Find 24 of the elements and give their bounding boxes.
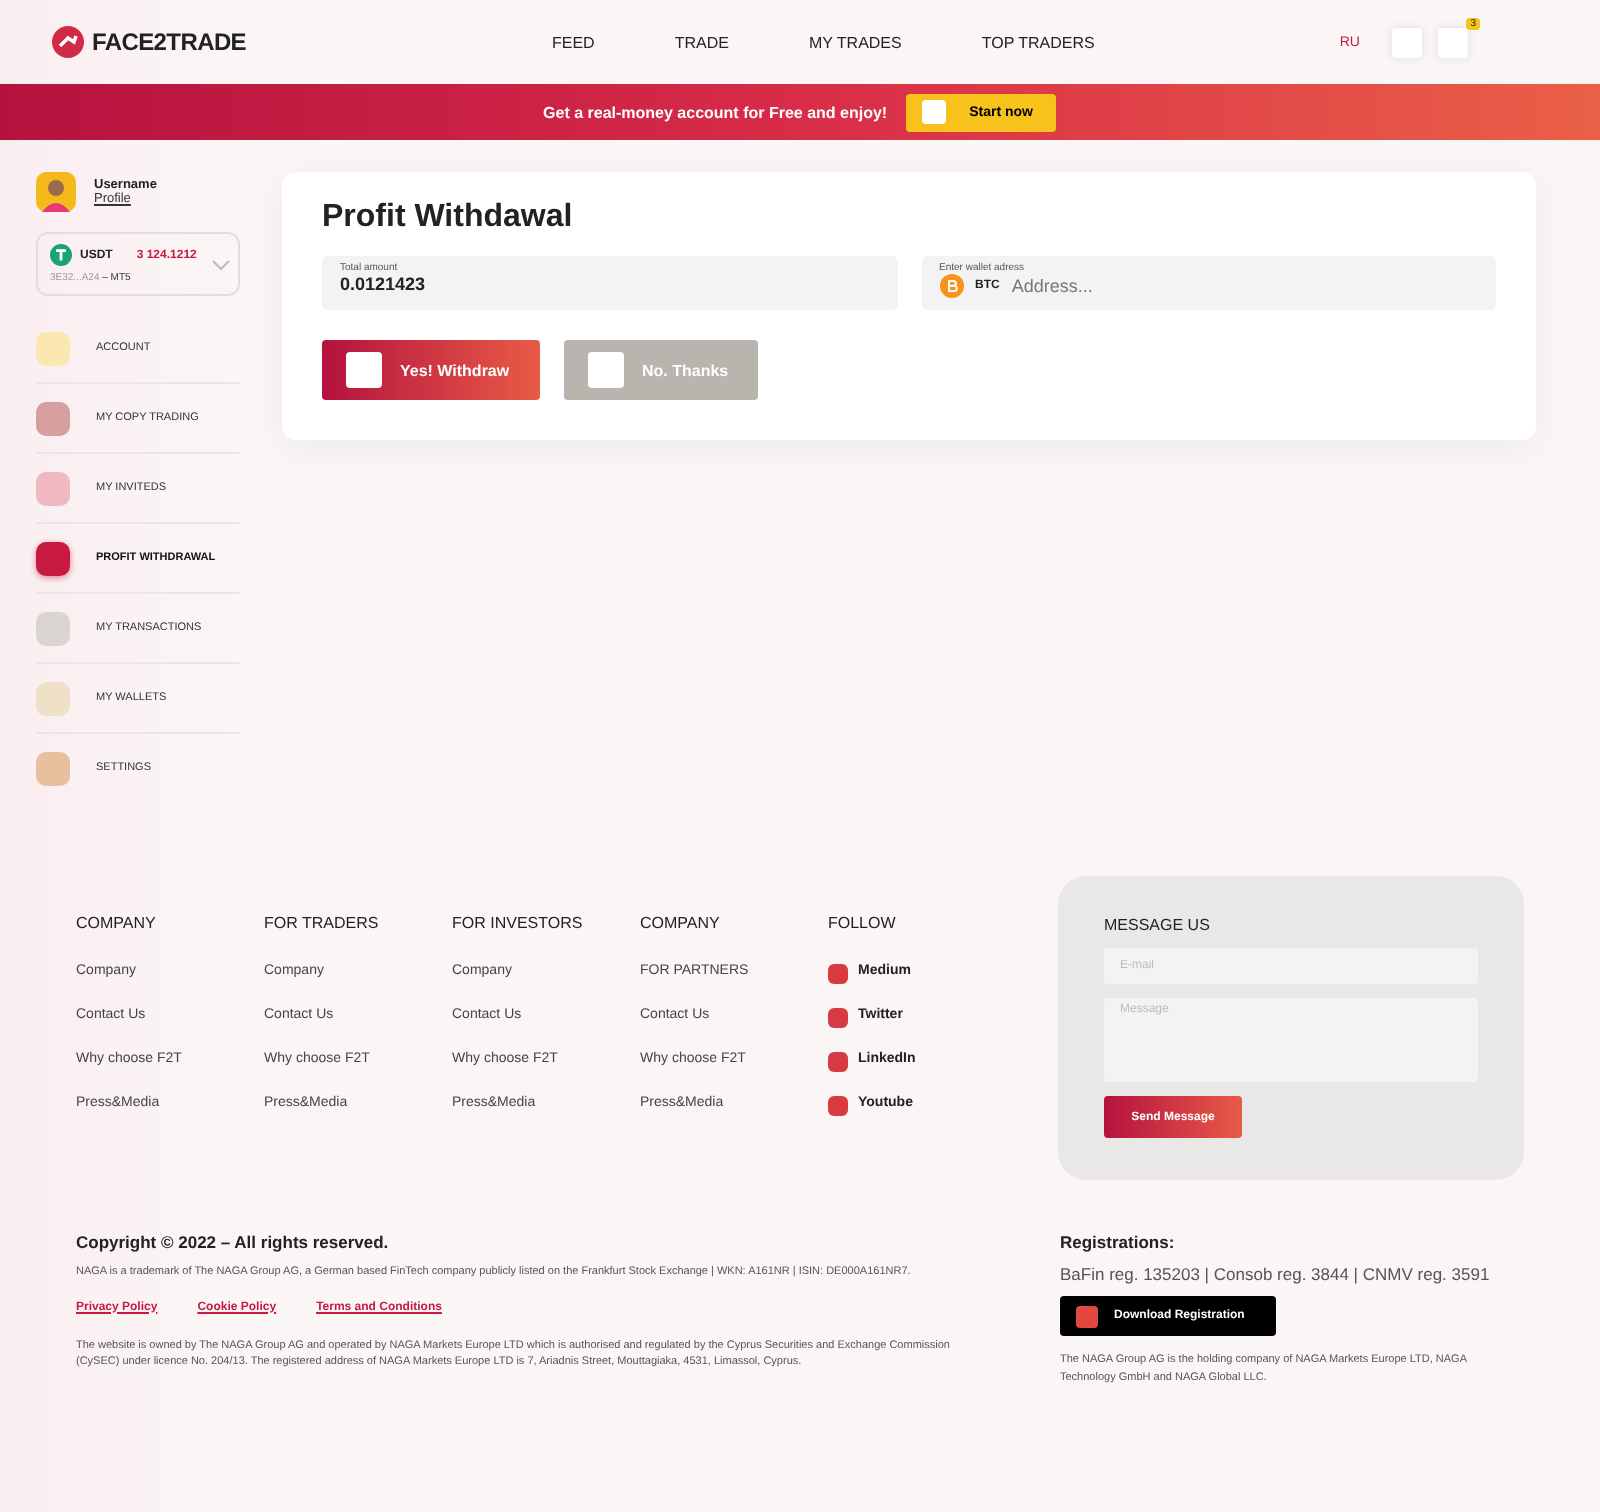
banner-text: Get a real-money account for Free and enjoy! <box>543 103 888 121</box>
bitcoin-icon <box>939 274 963 298</box>
footer-heading: COMPANY <box>76 914 158 932</box>
withdraw-button[interactable]: Yes! Withdraw <box>322 340 540 400</box>
notification-button[interactable] <box>1438 27 1468 57</box>
avatar-icon <box>36 172 76 212</box>
nav-link[interactable]: TRADE <box>674 33 729 51</box>
registrations-text: BaFin reg. 135203 | Consob reg. 3844 | CNMV reg. 3591 <box>1060 1264 1492 1284</box>
registrations-heading: Registrations: <box>1060 1232 1177 1252</box>
logo-icon <box>52 26 84 58</box>
card-title: Profit Withdawal <box>322 200 575 236</box>
logo-text[interactable]: FACE2TRADE <box>92 28 247 56</box>
chevron-down-icon <box>212 260 230 270</box>
nav-link[interactable]: MY TRADES <box>808 33 902 51</box>
copyright-text: Copyright © 2022 – All rights reserved. <box>76 1232 391 1252</box>
footer-heading: COMPANY <box>640 914 722 932</box>
message-heading: MESSAGE US <box>1104 916 1212 934</box>
footer-heading: FOR TRADERS <box>264 914 381 932</box>
nav-link[interactable]: TOP TRADERS <box>981 33 1095 51</box>
tether-icon <box>50 244 72 266</box>
footer-heading: FOR INVESTORS <box>452 914 585 932</box>
address-input[interactable]: Address... <box>1011 276 1252 296</box>
nav-link[interactable]: FEED <box>552 33 595 51</box>
footer-heading: FOLLOW <box>828 914 898 932</box>
